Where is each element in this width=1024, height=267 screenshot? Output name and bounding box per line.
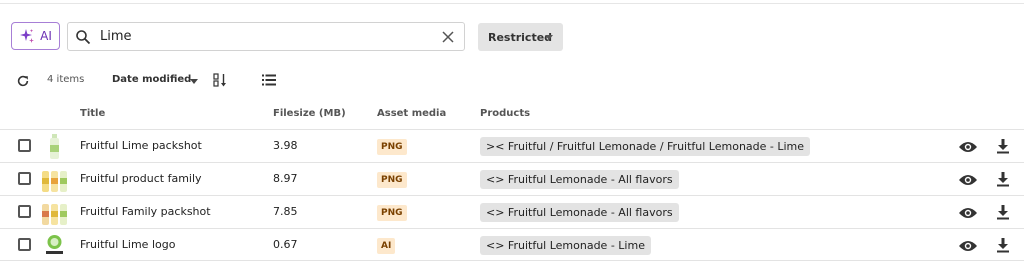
chevron-down-icon <box>545 35 553 40</box>
column-header-asset-media[interactable]: Asset media <box>377 108 446 119</box>
download-icon[interactable] <box>995 204 1011 220</box>
asset-filesize: 8.97 <box>273 172 298 185</box>
product-chip[interactable]: >< Fruitful / Fruitful Lemonade / Fruitf… <box>480 137 811 156</box>
eye-icon[interactable] <box>958 206 978 220</box>
product-chip[interactable]: <> Fruitful Lemonade - Lime <box>480 236 651 255</box>
table-row[interactable]: Fruitful Lime packshot 3.98 PNG >< Fruit… <box>0 129 1024 162</box>
table-row[interactable]: Fruitful Family packshot 7.85 PNG <> Fru… <box>0 195 1024 228</box>
bottles-thumbnail <box>42 171 67 192</box>
top-divider <box>0 3 1024 4</box>
asset-filesize: 0.67 <box>273 238 298 251</box>
search-icon <box>76 30 91 45</box>
asset-filesize: 3.98 <box>273 139 298 152</box>
media-badge: PNG <box>377 139 407 155</box>
row-checkbox[interactable] <box>18 139 31 152</box>
asset-filesize: 7.85 <box>273 205 298 218</box>
column-header-title[interactable]: Title <box>80 108 105 119</box>
product-chip[interactable]: <> Fruitful Lemonade - All flavors <box>480 203 679 222</box>
restriction-label: Restricted <box>488 30 553 44</box>
product-chip[interactable]: <> Fruitful Lemonade - All flavors <box>480 170 679 189</box>
row-checkbox[interactable] <box>18 238 31 251</box>
row-checkbox[interactable] <box>18 205 31 218</box>
column-header-filesize[interactable]: Filesize (MB) <box>273 108 346 119</box>
list-view-icon[interactable] <box>262 74 276 86</box>
asset-title[interactable]: Fruitful product family <box>80 172 202 185</box>
ai-button[interactable]: AI <box>11 22 60 50</box>
eye-icon[interactable] <box>958 239 978 253</box>
refresh-icon[interactable] <box>16 74 30 88</box>
table-row[interactable]: Fruitful product family 8.97 PNG <> Frui… <box>0 162 1024 195</box>
media-badge: PNG <box>377 172 407 188</box>
row-checkbox[interactable] <box>18 172 31 185</box>
eye-icon[interactable] <box>958 173 978 187</box>
bottle-thumbnail <box>50 134 59 159</box>
asset-title[interactable]: Fruitful Lime packshot <box>80 139 202 152</box>
item-count: 4 items <box>47 74 85 85</box>
bottles-thumbnail <box>42 204 67 225</box>
media-badge: PNG <box>377 205 407 221</box>
download-icon[interactable] <box>995 138 1011 154</box>
download-icon[interactable] <box>995 171 1011 187</box>
sort-field-label[interactable]: Date modified <box>112 74 191 85</box>
sparkle-icon <box>20 29 35 43</box>
restriction-dropdown[interactable]: Restricted <box>478 23 563 51</box>
eye-icon[interactable] <box>958 140 978 154</box>
table-row[interactable]: Fruitful Lime logo 0.67 AI <> Fruitful L… <box>0 228 1024 261</box>
search-box[interactable]: Lime <box>67 22 465 51</box>
sort-chevron-down-icon[interactable] <box>190 79 198 84</box>
download-icon[interactable] <box>995 237 1011 253</box>
asset-title[interactable]: Fruitful Lime logo <box>80 238 175 251</box>
sort-direction-icon[interactable] <box>212 72 228 88</box>
media-badge: AI <box>377 238 396 254</box>
asset-title[interactable]: Fruitful Family packshot <box>80 205 211 218</box>
table-bottom-divider <box>0 260 1024 261</box>
search-input[interactable]: Lime <box>100 29 132 44</box>
clear-icon[interactable] <box>442 31 454 43</box>
column-header-products[interactable]: Products <box>480 108 530 119</box>
logo-thumbnail <box>46 235 63 254</box>
ai-button-label: AI <box>40 29 52 43</box>
